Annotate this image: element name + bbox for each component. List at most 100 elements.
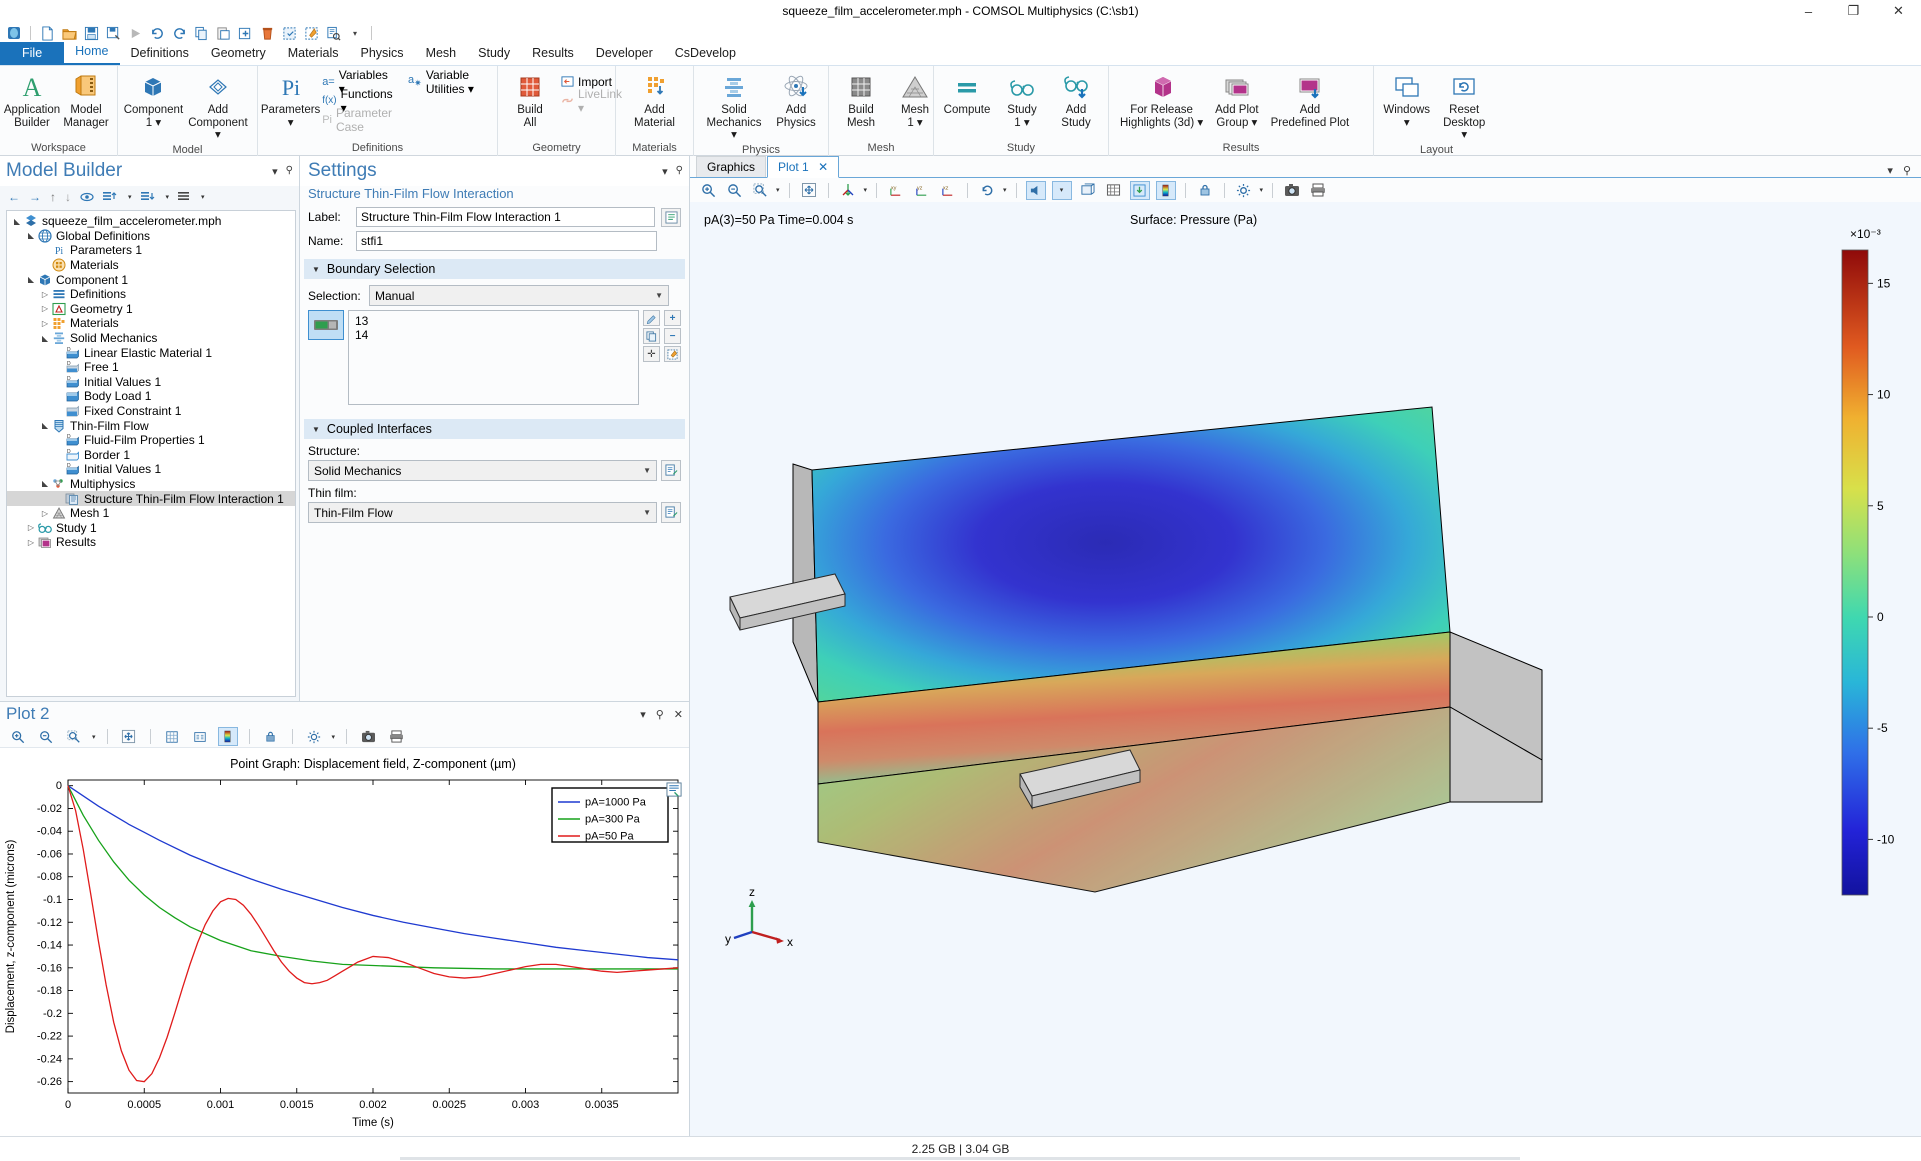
coupled-interfaces-header[interactable]: ▼ Coupled Interfaces [304, 419, 685, 439]
lock-axis-icon[interactable] [261, 727, 281, 746]
ribbon-tab-geometry[interactable]: Geometry [200, 43, 277, 65]
expand-menu-icon[interactable]: ▾ [166, 193, 170, 201]
selection-list-item[interactable]: 13 [355, 314, 632, 328]
tree-node[interactable]: ▷Materials [7, 316, 295, 331]
twisty-expanded-icon[interactable]: ◢ [39, 334, 51, 343]
ribbon-tab-csdevelop[interactable]: CsDevelop [664, 43, 747, 65]
zoom-in-icon[interactable] [8, 727, 28, 746]
redo-icon[interactable] [169, 23, 189, 43]
ribbon-tab-mesh[interactable]: Mesh [415, 43, 468, 65]
zoom-menu-icon[interactable]: ▾ [776, 186, 780, 194]
variable-utilities-menu[interactable]: a✷ Variable Utilities ▾ [405, 72, 491, 91]
show-grid-icon[interactable] [162, 727, 182, 746]
thin-film-dropdown[interactable]: Thin-Film Flow ▼ [308, 502, 657, 523]
tree-node[interactable]: ◢Thin-Film Flow [7, 418, 295, 433]
xz-view-icon[interactable]: xz [938, 181, 958, 200]
ribbon-tab-study[interactable]: Study [467, 43, 521, 65]
zoom-to-selection-button[interactable]: ✛ [643, 346, 660, 362]
twisty-collapsed-icon[interactable]: ▷ [39, 304, 51, 313]
color-legend-icon[interactable] [1156, 181, 1176, 200]
transparency-menu-icon[interactable]: ▾ [1052, 181, 1072, 200]
image-snapshot-icon[interactable] [358, 727, 378, 746]
model-builder-pin-icon[interactable]: ⚲ [286, 165, 293, 178]
plot2-pin-icon[interactable]: ⚲ [656, 708, 664, 721]
tree-node[interactable]: DInitial Values 1 [7, 462, 295, 477]
graphics-collapse-icon[interactable]: ▾ [1887, 164, 1893, 177]
graphics-pin-icon[interactable]: ⚲ [1903, 164, 1911, 177]
label-description-button[interactable] [661, 208, 681, 227]
paste-selection-button[interactable] [643, 310, 660, 326]
twisty-expanded-icon[interactable]: ◢ [25, 275, 37, 284]
tree-node[interactable]: DFluid-Film Properties 1 [7, 433, 295, 448]
add-predefined-plot-button[interactable]: AddPredefined Plot [1266, 69, 1355, 130]
ribbon-tab-file[interactable]: File [0, 42, 64, 65]
windows-button[interactable]: Windows▾ [1380, 69, 1433, 130]
add-plot-group-button[interactable]: Add PlotGroup ▾ [1210, 69, 1263, 130]
label-input[interactable] [356, 207, 655, 227]
close-button[interactable]: ✕ [1876, 0, 1921, 22]
tree-node[interactable]: ▷Geometry 1 [7, 302, 295, 317]
find-icon[interactable] [323, 23, 343, 43]
twisty-expanded-icon[interactable]: ◢ [11, 217, 23, 226]
lock-camera-icon[interactable] [1195, 181, 1215, 200]
twisty-expanded-icon[interactable]: ◢ [39, 421, 51, 430]
clear-selection-icon[interactable] [301, 23, 321, 43]
clear-selection-button[interactable] [664, 346, 681, 362]
tree-node[interactable]: ▷Study 1 [7, 520, 295, 535]
twisty-collapsed-icon[interactable]: ▷ [39, 319, 51, 328]
reset-desktop-button[interactable]: ResetDesktop ▾ [1435, 69, 1493, 143]
model-manager-button[interactable]: ModelManager [60, 69, 112, 130]
zoom-out-icon[interactable] [36, 727, 56, 746]
tree-node[interactable]: DLinear Elastic Material 1 [7, 345, 295, 360]
copy-icon[interactable] [191, 23, 211, 43]
save-icon[interactable] [81, 23, 101, 43]
tree-node[interactable]: DFree 1 [7, 360, 295, 375]
tree-node[interactable]: ◢Multiphysics [7, 477, 295, 492]
selection-dropdown[interactable]: Manual ▼ [369, 285, 669, 306]
plot2-close-icon[interactable]: ✕ [674, 708, 683, 721]
copy-selection-button[interactable] [643, 328, 660, 344]
twisty-collapsed-icon[interactable]: ▷ [25, 538, 37, 547]
boundary-selection-header[interactable]: ▼ Boundary Selection [304, 259, 685, 279]
zoom-out-icon[interactable] [724, 181, 744, 200]
twisty-collapsed-icon[interactable]: ▷ [25, 523, 37, 532]
tree-node[interactable]: PiParameters 1 [7, 243, 295, 258]
node-options-menu-icon[interactable]: ▾ [201, 193, 205, 201]
twisty-collapsed-icon[interactable]: ▷ [39, 290, 51, 299]
tree-node[interactable]: Fixed Constraint 1 [7, 404, 295, 419]
graphics-canvas[interactable]: pA(3)=50 Pa Time=0.004 sSurface: Pressur… [690, 202, 1921, 1136]
tree-node[interactable]: Body Load 1 [7, 389, 295, 404]
selection-list-item[interactable]: 14 [355, 328, 632, 342]
paste-icon[interactable] [213, 23, 233, 43]
component-button[interactable]: Component1 ▾ [124, 69, 183, 130]
tree-node[interactable]: DBorder 1 [7, 448, 295, 463]
yz-view-icon[interactable]: yz [912, 181, 932, 200]
zoom-menu-icon[interactable]: ▾ [92, 733, 96, 741]
tree-node[interactable]: ◢squeeze_film_accelerometer.mph [7, 214, 295, 229]
plot-settings-menu-icon[interactable]: ▾ [332, 733, 336, 741]
tree-node[interactable]: ◢Solid Mechanics [7, 331, 295, 346]
build-all-button[interactable]: BuildAll [504, 69, 556, 130]
zoom-in-icon[interactable] [698, 181, 718, 200]
go-to-default-view-icon[interactable] [838, 181, 858, 200]
select-all-icon[interactable] [279, 23, 299, 43]
customize-quick-access-icon[interactable]: ▾ [345, 23, 365, 43]
build-mesh-button[interactable]: BuildMesh [835, 69, 887, 130]
transparency-icon[interactable] [1026, 181, 1046, 200]
selection-list[interactable]: 13 14 [348, 310, 639, 405]
twisty-collapsed-icon[interactable]: ▷ [39, 509, 51, 518]
duplicate-icon[interactable] [235, 23, 255, 43]
collapse-menu-icon[interactable]: ▾ [128, 193, 132, 201]
plot2-canvas[interactable]: Point Graph: Displacement field, Z-compo… [0, 748, 689, 1136]
maximize-button[interactable]: ❐ [1831, 0, 1876, 22]
tree-node[interactable]: ▷Definitions [7, 287, 295, 302]
tree-node[interactable]: ▷Mesh 1 [7, 506, 295, 521]
zoom-box-icon[interactable] [750, 181, 770, 200]
plot-settings-menu-icon[interactable]: ▾ [1260, 186, 1264, 194]
forward-button[interactable]: → [29, 190, 41, 204]
add-study-button[interactable]: AddStudy [1050, 69, 1102, 130]
model-builder-collapse-icon[interactable]: ▾ [272, 165, 278, 178]
twisty-expanded-icon[interactable]: ◢ [25, 231, 37, 240]
print-icon[interactable] [386, 727, 406, 746]
parameters-button[interactable]: Pi Parameters▾ [264, 69, 317, 130]
